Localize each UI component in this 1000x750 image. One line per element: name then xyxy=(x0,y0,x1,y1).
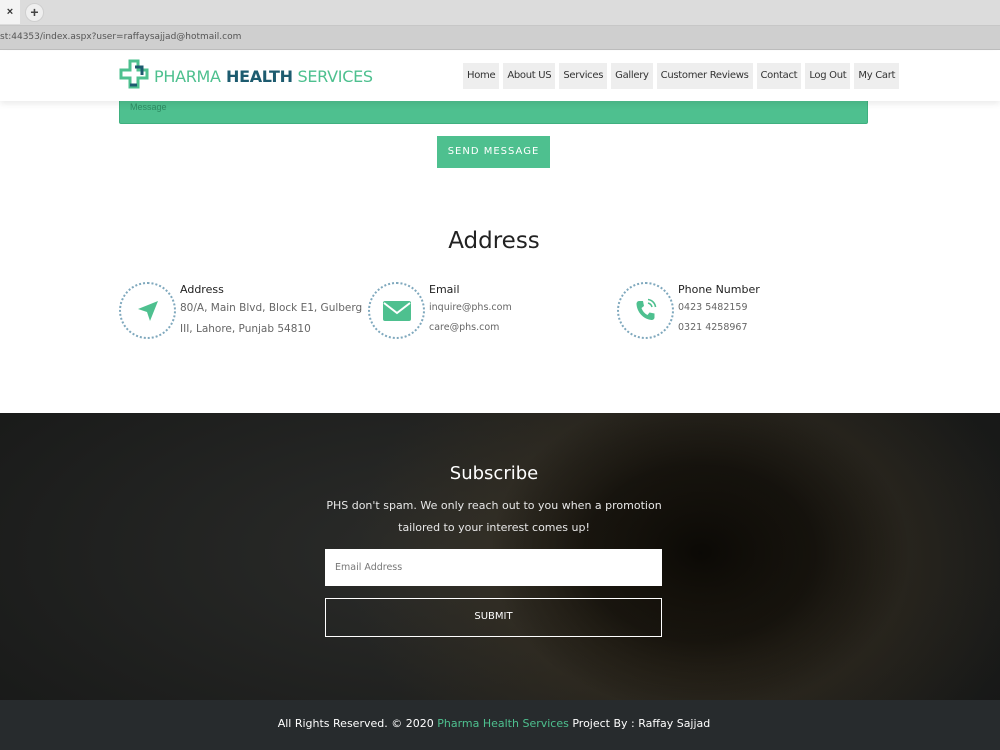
nav-services[interactable]: Services xyxy=(559,63,608,89)
footer-brand-link[interactable]: Pharma Health Services xyxy=(437,717,569,730)
email-line-1[interactable]: inquire@phs.com xyxy=(429,302,512,313)
address-section-title: Address xyxy=(448,228,540,254)
nav-customer-reviews[interactable]: Customer Reviews xyxy=(656,63,753,89)
address-line-1: 80/A, Main Blvd, Block E1, Gulberg xyxy=(180,302,363,314)
close-tab-button[interactable]: × xyxy=(0,0,20,24)
browser-tab-bar: × + xyxy=(0,0,1000,26)
logo-text: PHARMA HEALTH SERVICES xyxy=(154,67,373,86)
phone-line-1[interactable]: 0423 5482159 xyxy=(678,302,748,313)
nav-log-out[interactable]: Log Out xyxy=(805,63,851,89)
subscribe-text-line-2: tailored to your interest comes up! xyxy=(398,521,590,534)
logo-text-health: HEALTH xyxy=(220,66,293,86)
nav-about-us[interactable]: About US xyxy=(503,63,556,89)
email-address-input[interactable] xyxy=(325,549,662,586)
main-nav: Home About US Services Gallery Customer … xyxy=(463,63,903,89)
url-text[interactable]: st:44353/index.aspx?user=raffaysajjad@ho… xyxy=(0,32,241,42)
address-bar[interactable]: st:44353/index.aspx?user=raffaysajjad@ho… xyxy=(0,26,1000,50)
subscribe-text-line-1: PHS don't spam. We only reach out to you… xyxy=(326,499,662,512)
logo-text-pharma: PHARMA xyxy=(154,66,221,86)
logo[interactable]: PHARMA HEALTH SERVICES xyxy=(118,58,373,94)
subscribe-title: Subscribe xyxy=(449,463,539,484)
phone-heading: Phone Number xyxy=(678,283,760,296)
site-header: PHARMA HEALTH SERVICES Home About US Ser… xyxy=(0,51,1000,101)
email-line-2[interactable]: care@phs.com xyxy=(429,322,499,333)
nav-my-cart[interactable]: My Cart xyxy=(854,63,900,89)
nav-gallery[interactable]: Gallery xyxy=(611,63,653,89)
nav-contact[interactable]: Contact xyxy=(756,63,802,89)
address-heading: Address xyxy=(180,283,224,296)
site-footer: All Rights Reserved. © 2020 Pharma Healt… xyxy=(0,700,1000,750)
subscribe-section: Subscribe PHS don't spam. We only reach … xyxy=(0,413,1000,700)
submit-button[interactable]: SUBMIT xyxy=(325,598,662,637)
address-line-2: III, Lahore, Punjab 54810 xyxy=(180,323,311,335)
new-tab-button[interactable]: + xyxy=(25,3,44,22)
send-message-button[interactable]: SEND MESSAGE xyxy=(437,136,550,168)
envelope-icon xyxy=(368,282,425,339)
nav-home[interactable]: Home xyxy=(463,63,500,89)
footer-prefix: All Rights Reserved. © 2020 xyxy=(277,717,438,730)
logo-text-services: SERVICES xyxy=(292,66,374,86)
message-placeholder: Message xyxy=(130,102,167,112)
logo-cross-icon xyxy=(118,58,154,94)
phone-line-2[interactable]: 0321 4258967 xyxy=(678,322,748,333)
location-arrow-icon xyxy=(119,282,176,339)
email-heading: Email xyxy=(429,283,460,296)
footer-suffix: Project By : Raffay Sajjad xyxy=(568,717,711,730)
phone-icon xyxy=(617,282,674,339)
footer-copyright: All Rights Reserved. © 2020 Pharma Healt… xyxy=(0,717,988,730)
